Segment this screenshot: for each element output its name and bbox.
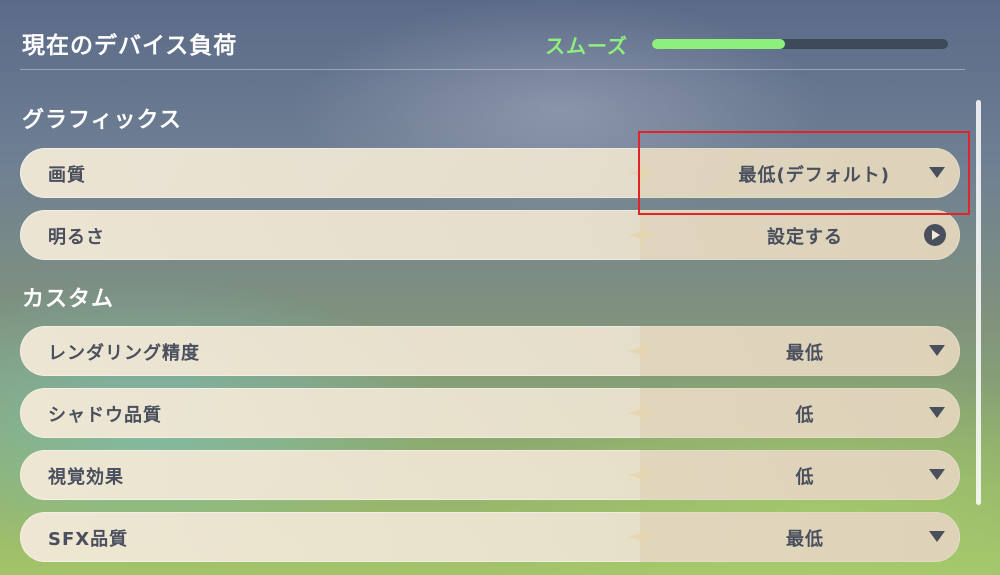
load-meter-fill [652,39,786,49]
setting-value: 低 [795,467,815,488]
section-title-graphics: グラフィックス [22,108,182,133]
setting-row-quality[interactable]: 画質 最低(デフォルト) [20,148,960,198]
setting-label: 明るさ [48,227,105,248]
setting-row-sfx-quality[interactable]: SFX品質 最低 [20,512,960,562]
setting-label: 視覚効果 [48,467,124,488]
setting-label: SFX品質 [48,529,129,550]
load-status-label: スムーズ [545,34,628,58]
section-title-custom: カスタム [22,287,115,312]
header-divider [20,69,965,70]
chevron-down-icon[interactable] [929,345,945,356]
load-meter [652,39,948,49]
setting-value: 最低(デフォルト) [738,165,890,186]
scrollbar[interactable] [976,100,981,505]
setting-row-render-resolution[interactable]: レンダリング精度 最低 [20,326,960,376]
setting-value: 最低 [786,529,824,550]
setting-value: 最低 [786,343,824,364]
arrow-right-circle-icon[interactable] [924,224,946,246]
scrollbar-thumb[interactable] [976,100,981,505]
chevron-down-icon[interactable] [929,167,945,178]
setting-value: 設定する [767,227,843,248]
chevron-down-icon[interactable] [929,531,945,542]
setting-value: 低 [795,405,815,426]
setting-label: 画質 [48,165,86,186]
chevron-down-icon[interactable] [929,407,945,418]
page-title: 現在のデバイス負荷 [22,33,238,59]
setting-label: シャドウ品質 [48,405,162,426]
device-load-header: 現在のデバイス負荷 スムーズ [0,0,1000,70]
setting-row-visual-effects[interactable]: 視覚効果 低 [20,450,960,500]
setting-row-brightness[interactable]: 明るさ 設定する [20,210,960,260]
chevron-down-icon[interactable] [929,469,945,480]
setting-row-shadow-quality[interactable]: シャドウ品質 低 [20,388,960,438]
setting-label: レンダリング精度 [48,343,200,364]
